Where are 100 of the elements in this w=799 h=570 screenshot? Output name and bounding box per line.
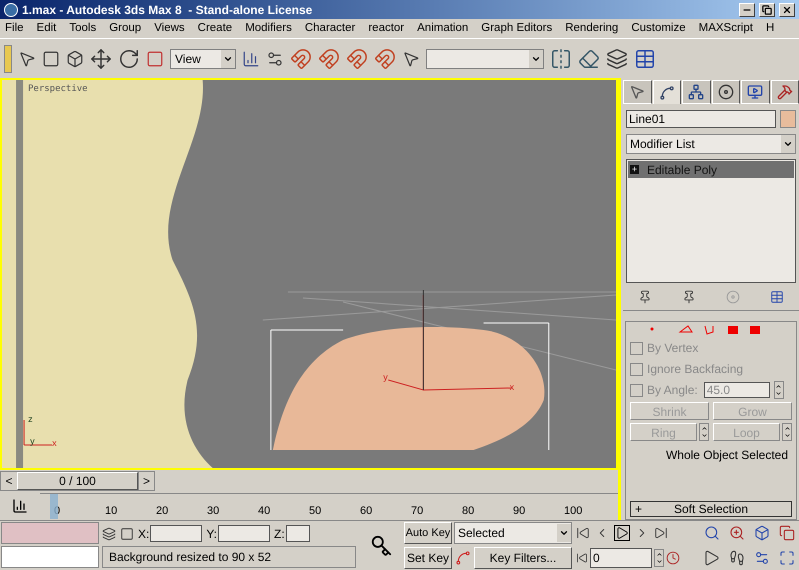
- track-tick-label: 0: [54, 504, 60, 518]
- viewport-label[interactable]: Perspective: [28, 83, 88, 96]
- frame-spinner[interactable]: [654, 548, 664, 567]
- pin-icon[interactable]: [638, 290, 652, 304]
- menu-item[interactable]: Graph Editors: [481, 20, 552, 38]
- checkbox[interactable]: [630, 362, 643, 376]
- move-icon[interactable]: [90, 48, 112, 70]
- layers-icon[interactable]: [606, 48, 628, 70]
- menu-item[interactable]: Create: [198, 20, 232, 38]
- gizmo-axis-label: y: [383, 372, 388, 382]
- checkbox-label: By Vertex: [647, 340, 698, 357]
- coordinate-field[interactable]: [218, 525, 270, 542]
- status-prompt: Background resized to 90 x 52: [102, 546, 356, 568]
- command-panel-tab[interactable]: [770, 80, 799, 104]
- track-bar[interactable]: 0 10 20 30 40 50 60 70 80 90 100: [40, 493, 618, 519]
- restore-button[interactable]: [759, 2, 775, 16]
- track-tick-label: 30: [207, 504, 220, 518]
- maxscript-input-field[interactable]: [1, 546, 99, 568]
- checkbox[interactable]: [630, 384, 643, 396]
- coordinate-axis-label: Y:: [206, 526, 218, 542]
- next-frame-button[interactable]: >: [138, 472, 154, 490]
- spin-down-icon[interactable]: [656, 558, 662, 565]
- gizmo-axis-label: x: [510, 382, 514, 392]
- rollout-header[interactable]: + Soft Selection: [630, 501, 792, 517]
- menu-item[interactable]: Group: [109, 20, 142, 38]
- caret-icon[interactable]: [559, 528, 569, 538]
- coordinate-field[interactable]: [150, 525, 202, 542]
- angle-snap-icon[interactable]: [318, 48, 340, 70]
- stack-item[interactable]: + Editable Poly: [628, 161, 794, 178]
- menu-item[interactable]: Character: [304, 20, 356, 38]
- menu-item[interactable]: Customize: [631, 20, 686, 38]
- key-icon[interactable]: [370, 534, 392, 556]
- checkbox[interactable]: [630, 342, 643, 354]
- time-configuration-icon[interactable]: [666, 550, 680, 565]
- track-tick-label: 60: [360, 504, 372, 518]
- previous-frame-button[interactable]: <: [1, 472, 17, 490]
- menu-item[interactable]: File: [5, 20, 24, 38]
- expand-toggle[interactable]: +: [630, 165, 639, 174]
- current-frame-field[interactable]: 0: [590, 548, 652, 568]
- menu-item[interactable]: MAXScript: [698, 20, 753, 38]
- track-tick-label: 90: [513, 504, 526, 518]
- rotate-icon[interactable]: [118, 48, 140, 70]
- percent-snap-icon[interactable]: [346, 48, 368, 70]
- coordinate-axis-label: X:: [138, 526, 150, 542]
- zoom-icon[interactable]: [704, 525, 720, 542]
- hierarchy-icon: [688, 84, 704, 100]
- modifier-list-dropdown[interactable]: Modifier List: [626, 134, 796, 154]
- go-to-end-icon[interactable]: [654, 526, 668, 540]
- viewport[interactable]: Perspective y x z y x: [0, 78, 618, 470]
- mirror-icon[interactable]: [550, 48, 572, 70]
- command-panel-tab[interactable]: [652, 80, 681, 104]
- selection-region-icon[interactable]: [42, 50, 60, 68]
- go-to-start-icon[interactable]: [576, 526, 590, 540]
- snap-magnet-icon[interactable]: [290, 48, 312, 70]
- auto-key-button[interactable]: Auto Key: [404, 522, 452, 544]
- command-panel-tab[interactable]: [682, 80, 710, 104]
- axis-label: x: [52, 438, 57, 448]
- scrollbar-thumb[interactable]: 0 / 100: [17, 472, 138, 490]
- key-curve-icon[interactable]: [455, 550, 471, 566]
- coordinate-axis-label: Z:: [274, 526, 285, 542]
- angle-spinner[interactable]: [774, 381, 784, 399]
- play-icon[interactable]: [614, 525, 630, 542]
- close-button[interactable]: [779, 2, 795, 16]
- selection-status: Whole Object Selected: [664, 447, 789, 464]
- checkbox-label: By Angle:: [647, 382, 698, 399]
- menu-item[interactable]: H: [766, 20, 774, 38]
- menu-item[interactable]: Tools: [69, 20, 96, 38]
- curve-editor-icon[interactable]: [634, 48, 656, 70]
- reference-dropdown[interactable]: View: [170, 48, 236, 68]
- menu-item[interactable]: Animation: [417, 20, 468, 38]
- object-name-field[interactable]: Line01: [626, 110, 776, 128]
- key-mode-dropdown[interactable]: Selected: [454, 522, 572, 544]
- axis-label: z: [28, 414, 33, 424]
- configure-sets-icon[interactable]: [770, 290, 784, 304]
- menu-item[interactable]: Views: [154, 20, 185, 38]
- minimize-button[interactable]: [739, 2, 755, 16]
- wheel-icon: [718, 84, 734, 100]
- maxscript-listener-field[interactable]: [1, 522, 99, 544]
- menu-item[interactable]: Edit: [36, 20, 56, 38]
- object-color-swatch[interactable]: [780, 110, 796, 128]
- command-panel-tab[interactable]: [741, 80, 770, 104]
- spin-down-icon[interactable]: [775, 390, 782, 397]
- rollout-sign: +: [635, 501, 644, 518]
- menu-item[interactable]: Modifiers: [245, 20, 292, 38]
- zoom-all-icon[interactable]: [728, 525, 744, 542]
- command-panel-tab[interactable]: [712, 80, 740, 104]
- track-tick-label: 80: [462, 504, 474, 518]
- coordinate-field[interactable]: [286, 525, 310, 542]
- menu-item[interactable]: reactor: [368, 20, 404, 38]
- command-panel-tab[interactable]: [623, 80, 652, 104]
- spin-up-icon[interactable]: [656, 550, 662, 558]
- axis-label: y: [30, 436, 35, 446]
- spin-up-icon[interactable]: [775, 383, 782, 390]
- caret-icon[interactable]: [783, 139, 793, 149]
- set-key-button[interactable]: Set Key: [404, 547, 452, 569]
- menu-item[interactable]: Rendering: [565, 20, 618, 38]
- spinner-snap-icon[interactable]: [374, 48, 396, 70]
- frame-scrollbar[interactable]: < 0 / 100 >: [0, 471, 155, 491]
- maximize-viewport-icon[interactable]: [778, 550, 794, 566]
- key-filters-button[interactable]: Key Filters...: [474, 547, 572, 569]
